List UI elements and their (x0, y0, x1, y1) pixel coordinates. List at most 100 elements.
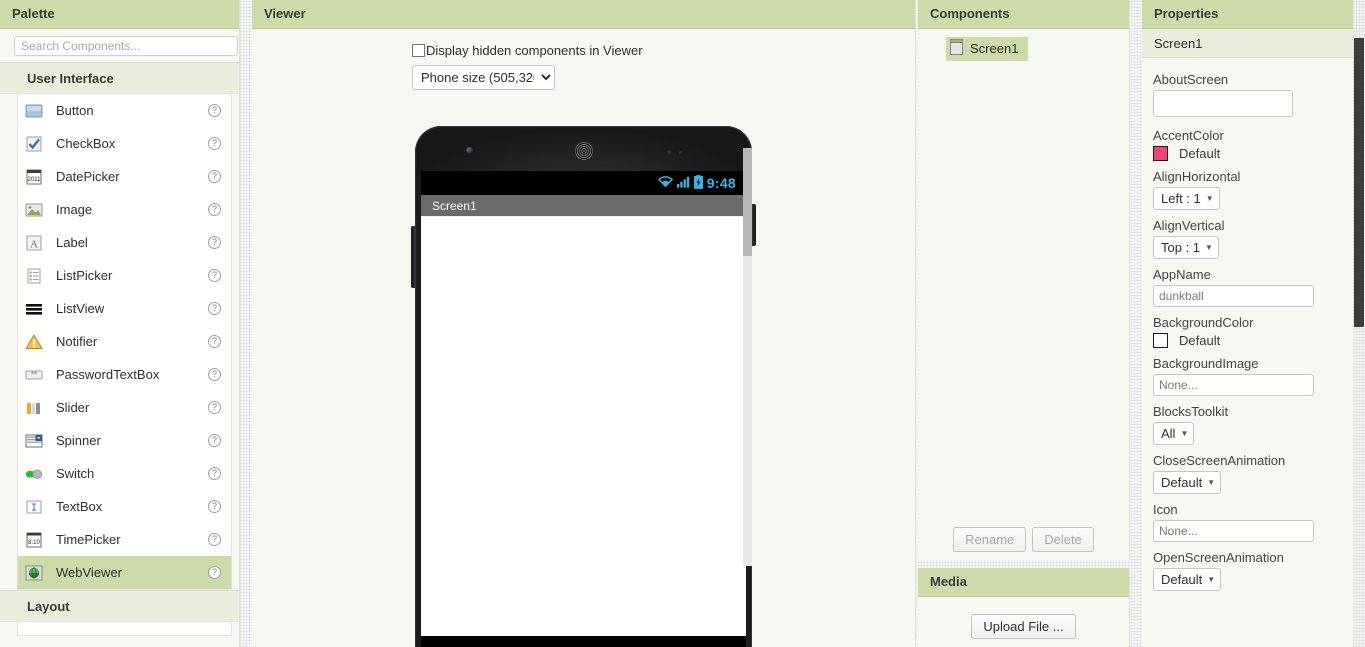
closescreenanimation-dropdown[interactable]: Default ▼ (1153, 471, 1222, 494)
chevron-down-icon: ▼ (1180, 429, 1189, 438)
help-icon[interactable]: ? (208, 500, 221, 513)
palette-category-layout[interactable]: Layout (0, 590, 239, 622)
help-icon[interactable]: ? (208, 170, 221, 183)
display-hidden-row[interactable]: Display hidden components in Viewer (412, 43, 712, 58)
property-label-backgroundimage: BackgroundImage (1153, 356, 1259, 371)
checkbox-icon (25, 135, 43, 153)
palette-item-notifier[interactable]: Notifier ? (18, 325, 231, 358)
help-icon[interactable]: ? (208, 467, 221, 480)
chevron-down-icon: ▼ (1205, 194, 1214, 203)
backgroundcolor-row[interactable]: Default (1153, 333, 1353, 348)
light-sensor-icon (679, 151, 682, 154)
appname-input[interactable] (1153, 285, 1314, 307)
palette-item-timepicker[interactable]: 8:10 TimePicker ? (18, 523, 231, 556)
palette-category-layout-body (17, 622, 232, 636)
signal-icon (676, 175, 690, 191)
help-icon[interactable]: ? (208, 236, 221, 249)
palette-category-user-interface[interactable]: User Interface (0, 62, 239, 94)
help-icon[interactable]: ? (208, 434, 221, 447)
icon-input[interactable] (1153, 520, 1314, 542)
media-body: Upload File ... (918, 597, 1129, 647)
palette-item-label[interactable]: A Label ? (18, 226, 231, 259)
help-icon[interactable]: ? (208, 203, 221, 216)
phone-screen[interactable]: Screen1 (421, 195, 746, 636)
palette-item-label: ListPicker (56, 268, 113, 283)
delete-button[interactable]: Delete (1032, 527, 1094, 552)
timepicker-icon: 8:10 (25, 531, 43, 549)
component-action-buttons: Rename Delete (918, 527, 1129, 552)
palette-category-user-interface-body: Button ? CheckBox ? 2011 DatePicker ? Im… (17, 94, 232, 590)
wifi-icon (657, 175, 673, 191)
search-input[interactable] (14, 36, 238, 56)
palette-item-label: DatePicker (56, 169, 120, 184)
accentcolor-swatch[interactable] (1153, 146, 1168, 161)
openscreenanimation-dropdown[interactable]: Default ▼ (1153, 568, 1222, 591)
display-hidden-checkbox[interactable] (412, 44, 425, 57)
help-icon[interactable]: ? (208, 302, 221, 315)
help-icon[interactable]: ? (208, 269, 221, 282)
viewer-controls: Display hidden components in Viewer Phon… (412, 43, 712, 90)
textbox-icon (25, 498, 43, 516)
components-header: Components (918, 0, 1129, 29)
palette-item-label: ListView (56, 301, 105, 316)
component-node-label: Screen1 (970, 41, 1019, 56)
palette-item-button[interactable]: Button ? (18, 94, 231, 127)
backgroundcolor-swatch[interactable] (1153, 333, 1168, 348)
alignvertical-dropdown[interactable]: Top : 1 ▼ (1153, 236, 1219, 259)
button-icon (25, 102, 43, 120)
palette-item-slider[interactable]: Slider ? (18, 391, 231, 424)
earpiece-speaker-icon (574, 141, 594, 161)
palette-item-label: CheckBox (56, 136, 116, 151)
palette-item-spinner[interactable]: Spinner ? (18, 424, 231, 457)
palette-item-checkbox[interactable]: CheckBox ? (18, 127, 231, 160)
help-icon[interactable]: ? (208, 566, 221, 579)
screen-size-select[interactable]: Phone size (505,320) Tablet size (675,48… (412, 65, 555, 90)
palette-item-webviewer[interactable]: WebViewer ? (18, 556, 231, 589)
help-icon[interactable]: ? (208, 401, 221, 414)
viewer-header: Viewer (252, 0, 915, 29)
properties-component-name: Screen1 (1142, 29, 1353, 58)
palette-item-datepicker[interactable]: 2011 DatePicker ? (18, 160, 231, 193)
upload-file-button[interactable]: Upload File ... (971, 613, 1076, 639)
proximity-sensor-icon (667, 150, 671, 154)
alignhorizontal-dropdown[interactable]: Left : 1 ▼ (1153, 187, 1220, 210)
screen-canvas[interactable] (421, 217, 746, 635)
palette-item-label: Slider (56, 400, 90, 415)
properties-panel: Properties Screen1 AboutScreen AccentCol… (1142, 0, 1353, 647)
palette-scroll-area[interactable]: User Interface Button ? CheckBox ? (0, 29, 239, 647)
palette-item-textbox[interactable]: TextBox ? (18, 490, 231, 523)
palette-item-switch[interactable]: Switch ? (18, 457, 231, 490)
palette-item-image[interactable]: Image ? (18, 193, 231, 226)
accentcolor-row[interactable]: Default (1153, 146, 1353, 161)
viewer-panel: Viewer Display hidden components in View… (252, 0, 916, 647)
backgroundcolor-value: Default (1179, 333, 1221, 348)
palette-search-wrap (0, 29, 239, 62)
palette-item-label: Label (56, 235, 88, 250)
chevron-down-icon: ▼ (1205, 243, 1213, 252)
palette-header: Palette (0, 0, 239, 29)
aboutscreen-textarea[interactable] (1153, 90, 1293, 117)
rename-button[interactable]: Rename (953, 527, 1027, 552)
properties-list[interactable]: AboutScreen AccentColor Default AlignHor… (1142, 58, 1353, 647)
page-scrollbar-thumb[interactable] (1354, 38, 1364, 327)
component-node-screen1[interactable]: Screen1 (946, 37, 1029, 61)
help-icon[interactable]: ? (208, 137, 221, 150)
property-label-openscreenanimation: OpenScreenAnimation (1153, 550, 1284, 565)
help-icon[interactable]: ? (208, 104, 221, 117)
palette-item-listpicker[interactable]: ListPicker ? (18, 259, 231, 292)
help-icon[interactable]: ? (208, 368, 221, 381)
palette-item-listview[interactable]: ListView ? (18, 292, 231, 325)
blockstoolkit-dropdown[interactable]: All ▼ (1153, 422, 1195, 445)
page-scrollbar-track[interactable] (1353, 0, 1365, 647)
backgroundimage-input[interactable] (1153, 374, 1314, 396)
help-icon[interactable]: ? (208, 335, 221, 348)
component-tree: Screen1 (918, 29, 1129, 61)
screen-scrollbar-thumb[interactable] (743, 148, 752, 256)
volume-button[interactable] (411, 226, 416, 288)
svg-text:**: ** (31, 370, 37, 379)
properties-header: Properties (1142, 0, 1353, 29)
help-icon[interactable]: ? (208, 533, 221, 546)
palette-item-passwordtextbox[interactable]: ** PasswordTextBox ? (18, 358, 231, 391)
label-icon: A (25, 234, 43, 252)
viewer-body: Display hidden components in Viewer Phon… (252, 29, 915, 647)
